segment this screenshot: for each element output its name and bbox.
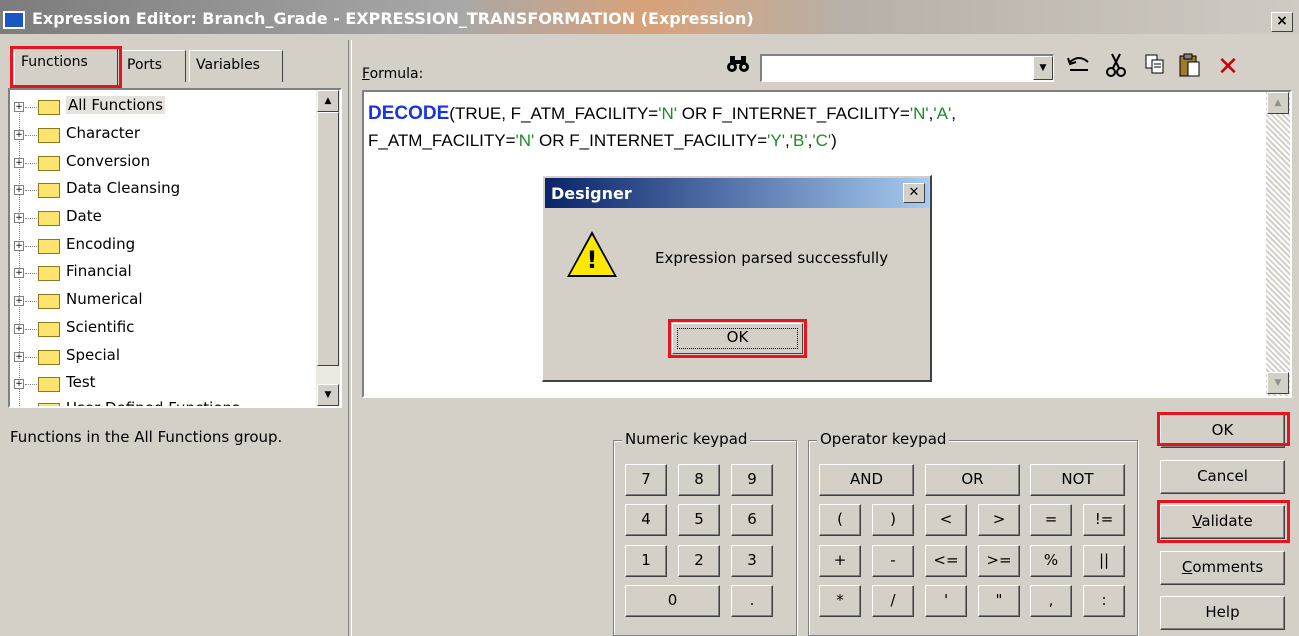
expand-icon[interactable]: +: [14, 158, 24, 168]
key-colon[interactable]: :: [1083, 585, 1125, 617]
comments-button[interactable]: Comments: [1160, 551, 1285, 585]
window-close-button[interactable]: ×: [1271, 12, 1293, 32]
scissors-icon[interactable]: [1101, 52, 1131, 82]
folder-icon: [38, 266, 60, 281]
expand-icon[interactable]: +: [14, 213, 24, 223]
expand-icon[interactable]: +: [14, 352, 24, 362]
folder-icon: [38, 100, 60, 115]
tree-connector-line: [19, 110, 20, 406]
folder-icon: [38, 350, 60, 365]
key-7[interactable]: 7: [625, 464, 667, 496]
tree-scrollbar[interactable]: ▲ ▼: [316, 90, 340, 406]
search-input[interactable]: ▼: [760, 54, 1054, 82]
key-single-quote[interactable]: ': [925, 585, 967, 617]
panel-splitter[interactable]: [348, 40, 352, 636]
key-plus[interactable]: +: [819, 545, 861, 577]
key-less-or-equal[interactable]: <=: [925, 545, 967, 577]
window-title: Expression Editor: Branch_Grade - EXPRES…: [32, 9, 754, 28]
scroll-thumb[interactable]: [317, 112, 339, 366]
formula-scrollbar[interactable]: ▲ ▼: [1266, 92, 1290, 396]
tab-functions[interactable]: Functions: [14, 47, 118, 85]
expand-icon[interactable]: +: [14, 130, 24, 140]
dialog-title-bar: Designer ✕: [545, 178, 929, 208]
folder-icon: [38, 183, 60, 198]
scroll-down-arrow-icon[interactable]: ▼: [1267, 372, 1289, 394]
key-and[interactable]: AND: [819, 464, 914, 496]
folder-icon: [38, 156, 60, 171]
folder-icon: [38, 128, 60, 143]
folder-icon: [38, 403, 60, 406]
function-group-description: Functions in the All Functions group.: [10, 428, 283, 446]
folder-icon: [38, 294, 60, 309]
dialog-ok-button[interactable]: OK: [672, 323, 803, 354]
copy-icon[interactable]: [1140, 52, 1170, 82]
key-0[interactable]: 0: [625, 585, 720, 617]
cancel-button[interactable]: Cancel: [1160, 460, 1285, 494]
paste-icon[interactable]: [1175, 52, 1205, 82]
key-equals[interactable]: =: [1030, 504, 1072, 536]
scroll-up-arrow-icon[interactable]: ▲: [1267, 92, 1289, 114]
expand-icon[interactable]: +: [14, 324, 24, 334]
numeric-keypad: Numeric keypad 7 8 9 4 5 6 1 2 3 0 .: [613, 430, 797, 636]
key-9[interactable]: 9: [731, 464, 773, 496]
scroll-down-arrow-icon[interactable]: ▼: [317, 384, 339, 406]
folder-icon: [38, 239, 60, 254]
help-button[interactable]: Help: [1160, 596, 1285, 630]
key-multiply[interactable]: *: [819, 585, 861, 617]
folder-icon: [38, 377, 60, 392]
formula-label: Formula:: [362, 66, 424, 82]
expand-icon[interactable]: +: [14, 102, 24, 112]
key-4[interactable]: 4: [625, 504, 667, 536]
chevron-down-icon[interactable]: ▼: [1033, 56, 1053, 80]
key-less-than[interactable]: <: [925, 504, 967, 536]
formula-text[interactable]: DECODE(TRUE, F_ATM_FACILITY='N' OR F_INT…: [368, 100, 1248, 154]
expand-icon[interactable]: +: [14, 379, 24, 389]
function-tree[interactable]: + All Functions + Character + Conversion + D…: [8, 88, 342, 408]
operator-keypad: Operator keypad AND OR NOT ( ) < > = != …: [808, 430, 1138, 636]
key-3[interactable]: 3: [731, 545, 773, 577]
designer-dialog: Designer ✕ ! Expression parsed successfu…: [542, 175, 932, 382]
expand-icon[interactable]: +: [14, 296, 24, 306]
folder-icon: [38, 322, 60, 337]
key-minus[interactable]: -: [872, 545, 914, 577]
validate-button[interactable]: Validate: [1160, 505, 1285, 539]
key-concat[interactable]: ||: [1083, 545, 1125, 577]
folder-icon: [38, 211, 60, 226]
ok-button[interactable]: OK: [1160, 414, 1285, 448]
undo-icon[interactable]: [1064, 52, 1094, 82]
key-6[interactable]: 6: [731, 504, 773, 536]
key-open-paren[interactable]: (: [819, 504, 861, 536]
key-double-quote[interactable]: ": [978, 585, 1020, 617]
key-divide[interactable]: /: [872, 585, 914, 617]
expand-icon[interactable]: +: [14, 268, 24, 278]
key-2[interactable]: 2: [678, 545, 720, 577]
key-5[interactable]: 5: [678, 504, 720, 536]
key-or[interactable]: OR: [925, 464, 1020, 496]
key-percent[interactable]: %: [1030, 545, 1072, 577]
expand-icon[interactable]: +: [14, 185, 24, 195]
key-not-equals[interactable]: !=: [1083, 504, 1125, 536]
scroll-up-arrow-icon[interactable]: ▲: [317, 90, 339, 112]
dialog-close-button[interactable]: ✕: [903, 183, 925, 203]
operator-keypad-title: Operator keypad: [817, 430, 950, 448]
key-1[interactable]: 1: [625, 545, 667, 577]
expand-icon[interactable]: +: [14, 241, 24, 251]
key-close-paren[interactable]: ): [872, 504, 914, 536]
key-greater-than[interactable]: >: [978, 504, 1020, 536]
key-decimal-point[interactable]: .: [731, 585, 773, 617]
key-not[interactable]: NOT: [1030, 464, 1125, 496]
key-greater-or-equal[interactable]: >=: [978, 545, 1020, 577]
key-8[interactable]: 8: [678, 464, 720, 496]
app-icon: [3, 11, 25, 29]
dialog-message: Expression parsed successfully: [655, 249, 889, 267]
key-comma[interactable]: ,: [1030, 585, 1072, 617]
delete-x-icon[interactable]: ✕: [1213, 52, 1243, 82]
dialog-title: Designer: [551, 184, 632, 203]
numeric-keypad-title: Numeric keypad: [622, 430, 751, 448]
tab-ports[interactable]: Ports: [120, 50, 186, 82]
binoculars-icon[interactable]: [726, 54, 750, 79]
tab-variables[interactable]: Variables: [189, 50, 283, 82]
